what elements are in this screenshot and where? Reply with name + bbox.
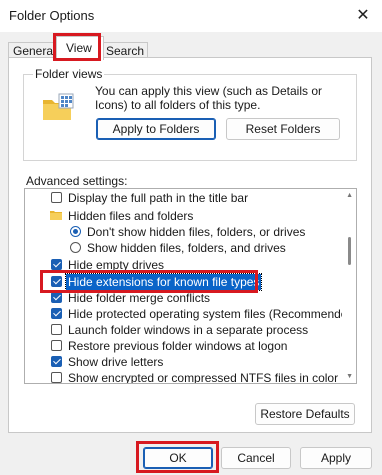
scroll-up-arrow-icon[interactable]: ▲	[346, 192, 353, 199]
scroll-thumb[interactable]	[348, 237, 351, 265]
checkbox[interactable]	[51, 324, 62, 335]
title-bar: Folder Options ✕	[0, 0, 382, 32]
folder-views-description: You can apply this view (such as Details…	[95, 84, 323, 112]
scroll-down-arrow-icon[interactable]: ▼	[346, 373, 353, 380]
window-title: Folder Options	[9, 8, 95, 23]
checkbox[interactable]	[51, 308, 62, 319]
checkbox[interactable]	[51, 292, 62, 303]
checkbox[interactable]	[51, 192, 62, 203]
radio-button[interactable]	[70, 226, 81, 237]
highlight-box-view-tab	[53, 33, 101, 61]
scrollbar[interactable]: ▲ ▼	[342, 189, 356, 383]
close-icon[interactable]: ✕	[350, 4, 376, 26]
highlight-box-hide-extensions	[40, 270, 258, 293]
checkbox[interactable]	[51, 259, 62, 270]
restore-defaults-button[interactable]: Restore Defaults	[255, 403, 355, 425]
advanced-settings-label: Advanced settings:	[26, 174, 128, 188]
folder-view-icon	[43, 93, 74, 120]
highlight-box-ok	[136, 441, 219, 473]
radio-button[interactable]	[70, 242, 81, 253]
apply-to-folders-button[interactable]: Apply to Folders	[96, 118, 216, 140]
folder-icon	[50, 211, 62, 220]
reset-folders-button[interactable]: Reset Folders	[226, 118, 340, 140]
checkbox[interactable]	[51, 340, 62, 351]
checkbox[interactable]	[51, 356, 62, 367]
checkbox[interactable]	[51, 372, 62, 383]
cancel-button[interactable]: Cancel	[221, 447, 291, 469]
folder-views-label: Folder views	[33, 67, 105, 81]
apply-button[interactable]: Apply	[300, 447, 372, 469]
